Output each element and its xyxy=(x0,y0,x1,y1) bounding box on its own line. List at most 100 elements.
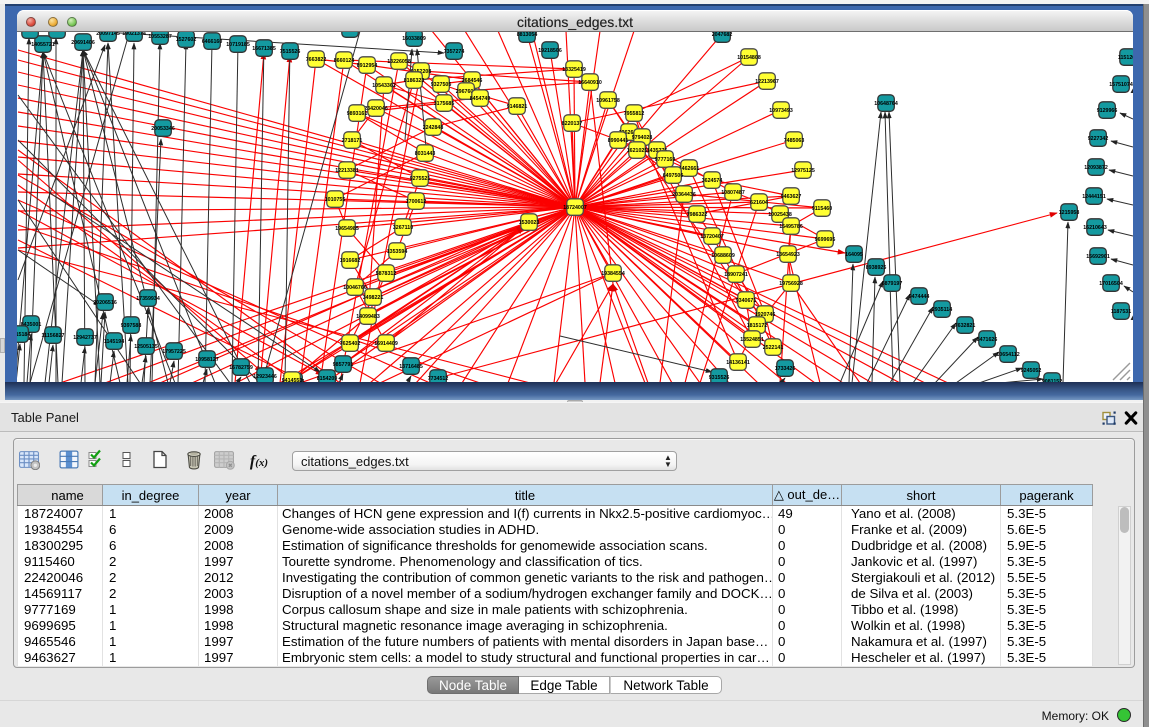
svg-text:1815172: 1815172 xyxy=(747,323,768,329)
svg-text:7734512: 7734512 xyxy=(428,376,449,382)
svg-text:12923446: 12923446 xyxy=(253,374,277,380)
svg-text:9893161: 9893161 xyxy=(347,111,368,117)
svg-text:20097145: 20097145 xyxy=(96,32,120,37)
svg-text:9777169: 9777169 xyxy=(655,157,676,163)
svg-text:10688609: 10688609 xyxy=(711,253,735,259)
svg-text:8660124: 8660124 xyxy=(334,58,355,64)
svg-text:8454749: 8454749 xyxy=(470,96,491,102)
svg-text:9245052: 9245052 xyxy=(1021,368,1042,374)
svg-text:2522141: 2522141 xyxy=(763,345,784,351)
svg-text:2718171: 2718171 xyxy=(342,138,363,144)
svg-text:1905512: 1905512 xyxy=(20,32,41,34)
svg-text:9315526: 9315526 xyxy=(709,375,730,381)
svg-text:9397588: 9397588 xyxy=(121,323,142,329)
svg-text:7632821: 7632821 xyxy=(955,323,976,329)
svg-text:8186323: 8186323 xyxy=(404,78,425,84)
svg-text:9275521: 9275521 xyxy=(410,176,431,182)
svg-text:19654985: 19654985 xyxy=(335,226,359,232)
svg-text:10958127: 10958127 xyxy=(195,357,219,363)
svg-text:1916682: 1916682 xyxy=(340,258,361,264)
svg-text:20053346: 20053346 xyxy=(151,126,175,132)
svg-text:621604: 621604 xyxy=(750,200,768,206)
svg-text:10543362: 10543362 xyxy=(372,83,396,89)
svg-text:10807487: 10807487 xyxy=(721,190,745,196)
svg-text:6497506: 6497506 xyxy=(663,173,684,179)
svg-text:2935114: 2935114 xyxy=(932,307,952,313)
svg-text:10719185: 10719185 xyxy=(226,42,250,48)
svg-text:16210643: 16210643 xyxy=(1083,225,1107,231)
svg-text:1733426: 1733426 xyxy=(775,366,796,372)
svg-text:1530023: 1530023 xyxy=(519,220,540,226)
svg-text:16033809: 16033809 xyxy=(402,36,426,42)
svg-text:8471626: 8471626 xyxy=(977,337,998,343)
svg-text:10973493: 10973493 xyxy=(769,108,793,114)
svg-text:23420046: 23420046 xyxy=(364,106,388,112)
svg-text:1151267: 1151267 xyxy=(1118,55,1133,61)
svg-text:16914409: 16914409 xyxy=(374,341,398,347)
svg-text:9115460: 9115460 xyxy=(812,206,832,212)
svg-text:13226058: 13226058 xyxy=(387,59,411,65)
svg-text:16671385: 16671385 xyxy=(252,46,276,52)
svg-text:7357274: 7357274 xyxy=(444,49,465,55)
svg-text:3624574: 3624574 xyxy=(702,178,723,184)
svg-text:8122274: 8122274 xyxy=(47,32,68,34)
svg-text:8031443: 8031443 xyxy=(415,151,436,157)
svg-text:13720407: 13720407 xyxy=(700,234,724,240)
svg-text:10025438: 10025438 xyxy=(768,212,792,218)
svg-text:17016504: 17016504 xyxy=(1099,281,1123,287)
svg-text:13524851: 13524851 xyxy=(740,337,764,343)
svg-text:9414553: 9414553 xyxy=(282,378,303,382)
svg-text:9463627: 9463627 xyxy=(781,194,802,200)
svg-text:9699695: 9699695 xyxy=(815,237,836,243)
svg-text:7663822: 7663822 xyxy=(306,57,327,63)
svg-text:7515526: 7515526 xyxy=(280,49,301,55)
svg-text:3498221: 3498221 xyxy=(363,295,384,301)
svg-text:1527602: 1527602 xyxy=(176,37,197,43)
svg-text:16782759: 16782759 xyxy=(229,365,253,371)
svg-text:10046766: 10046766 xyxy=(343,285,367,291)
svg-text:17359934: 17359934 xyxy=(136,296,160,302)
svg-text:13716485: 13716485 xyxy=(399,364,423,370)
svg-text:10648764: 10648764 xyxy=(874,101,898,107)
svg-text:1145194: 1145194 xyxy=(104,339,124,345)
svg-text:8813054: 8813054 xyxy=(517,32,538,38)
svg-text:13325419: 13325419 xyxy=(562,67,586,73)
svg-text:1187531: 1187531 xyxy=(1111,309,1131,315)
svg-text:2047682: 2047682 xyxy=(712,32,733,38)
svg-text:15751074: 15751074 xyxy=(1109,82,1133,88)
svg-text:9227342: 9227342 xyxy=(1088,136,1109,142)
svg-text:20206516: 20206516 xyxy=(93,300,117,306)
svg-text:7955812: 7955812 xyxy=(624,111,645,117)
svg-text:8938925: 8938925 xyxy=(866,265,887,271)
svg-text:14099483: 14099483 xyxy=(356,314,380,320)
svg-text:10154808: 10154808 xyxy=(737,55,761,61)
svg-text:7150444: 7150444 xyxy=(340,32,361,33)
svg-text:1215958: 1215958 xyxy=(1059,210,1080,216)
svg-text:12942737: 12942737 xyxy=(73,335,97,341)
svg-text:9340671: 9340671 xyxy=(736,298,757,304)
svg-text:18907241: 18907241 xyxy=(724,272,748,278)
svg-text:17957225: 17957225 xyxy=(162,349,186,355)
svg-text:9327505: 9327505 xyxy=(431,82,452,88)
svg-text:9146821: 9146821 xyxy=(507,104,528,110)
svg-text:20691406: 20691406 xyxy=(71,40,95,46)
svg-text:9474444: 9474444 xyxy=(909,294,930,300)
svg-text:15495786: 15495786 xyxy=(779,224,803,230)
svg-text:19756928: 19756928 xyxy=(779,281,803,287)
svg-text:7625402: 7625402 xyxy=(340,341,361,347)
svg-text:10553287: 10553287 xyxy=(148,34,172,40)
svg-text:3915184: 3915184 xyxy=(17,332,30,338)
svg-text:3267110: 3267110 xyxy=(393,225,413,231)
svg-text:3175685: 3175685 xyxy=(434,101,455,107)
svg-text:19218506: 19218506 xyxy=(538,48,562,54)
svg-text:16640910: 16640910 xyxy=(578,80,602,86)
svg-text:5878312: 5878312 xyxy=(376,271,397,277)
svg-text:14136141: 14136141 xyxy=(726,360,750,366)
svg-text:9081152: 9081152 xyxy=(1042,379,1062,382)
svg-text:19384554: 19384554 xyxy=(601,271,625,277)
svg-text:1353594: 1353594 xyxy=(387,249,408,255)
svg-text:8990441: 8990441 xyxy=(608,138,629,144)
svg-text:10961758: 10961758 xyxy=(596,98,620,104)
svg-text:20364436: 20364436 xyxy=(672,192,696,198)
svg-text:2242848: 2242848 xyxy=(423,125,444,131)
